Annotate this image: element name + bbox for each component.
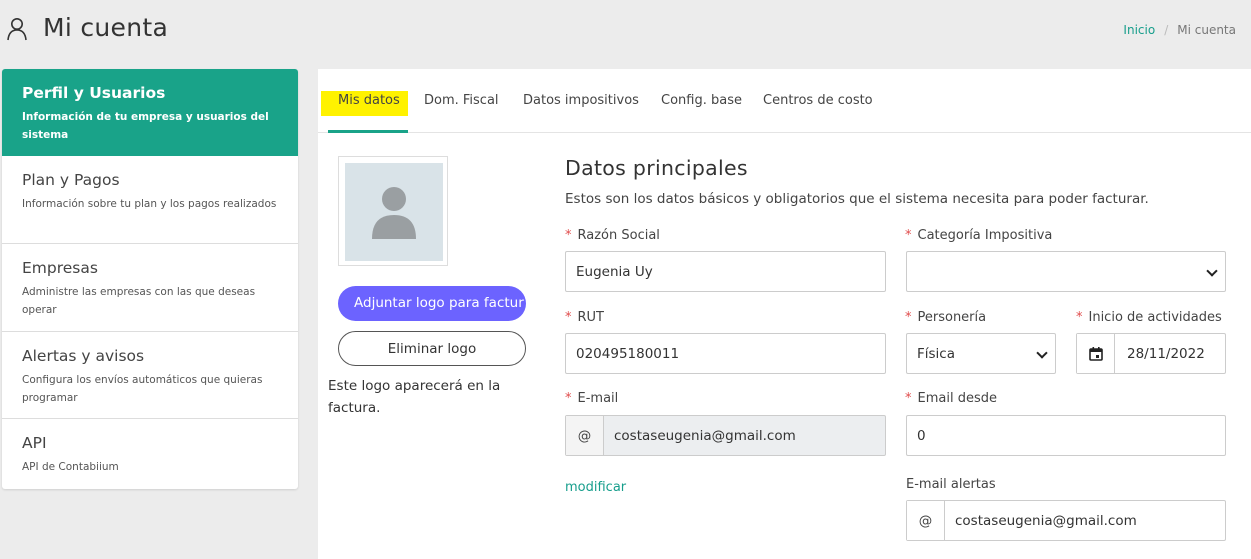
- inicio-actividades-label: * Inicio de actividades: [1076, 310, 1222, 325]
- email-alertas-label: E-mail alertas: [906, 477, 996, 492]
- active-tab-indicator: [328, 130, 408, 133]
- personeria-label: * Personería: [905, 310, 987, 325]
- required-mark: *: [565, 228, 572, 243]
- required-mark: *: [1076, 310, 1083, 325]
- breadcrumb-separator: /: [1164, 23, 1169, 37]
- page-title: Mi cuenta: [43, 13, 169, 42]
- sidebar-item-empresas[interactable]: Empresas Administre las empresas con las…: [2, 244, 298, 332]
- required-mark: *: [565, 391, 572, 406]
- section-title: Datos principales: [565, 156, 748, 180]
- sidebar-item-api[interactable]: API API de Contabiium: [2, 419, 298, 489]
- modify-email-link[interactable]: modificar: [565, 480, 626, 495]
- tab-datos-impositivos[interactable]: Datos impositivos: [523, 93, 639, 108]
- sidebar-item-perfil-usuarios[interactable]: Perfil y Usuarios Información de tu empr…: [2, 69, 298, 156]
- tab-dom-fiscal[interactable]: Dom. Fiscal: [424, 93, 499, 108]
- tab-config-base[interactable]: Config. base: [661, 93, 742, 108]
- calendar-icon: [1088, 347, 1103, 361]
- tab-mis-datos[interactable]: Mis datos: [338, 93, 400, 108]
- inicio-actividades-input[interactable]: 28/11/2022: [1076, 333, 1226, 374]
- user-icon: [7, 18, 27, 41]
- required-mark: *: [565, 310, 572, 325]
- razon-social-label: * Razón Social: [565, 228, 660, 243]
- sidebar-item-title: Plan y Pagos: [22, 171, 120, 189]
- page-header: Mi cuenta Inicio / Mi cuenta: [0, 0, 1251, 60]
- sidebar-item-desc: Administre las empresas con las que dese…: [22, 286, 256, 316]
- sidebar-item-title: Perfil y Usuarios: [22, 84, 166, 102]
- logo-preview: [338, 156, 448, 266]
- email-label: * E-mail: [565, 391, 619, 406]
- email-desde-label: * Email desde: [905, 391, 997, 406]
- remove-logo-button[interactable]: Eliminar logo: [338, 331, 526, 366]
- sidebar-item-desc: API de Contabiium: [22, 461, 119, 473]
- required-mark: *: [905, 391, 912, 406]
- sidebar: Perfil y Usuarios Información de tu empr…: [2, 69, 298, 489]
- chevron-down-icon: [1036, 347, 1048, 359]
- attach-logo-button[interactable]: Adjuntar logo para factur: [338, 286, 526, 321]
- sidebar-item-alertas-avisos[interactable]: Alertas y avisos Configura los envíos au…: [2, 332, 298, 419]
- breadcrumb-current: Mi cuenta: [1177, 23, 1236, 37]
- avatar-placeholder-icon: [372, 187, 416, 239]
- required-mark: *: [905, 228, 912, 243]
- razon-social-input[interactable]: Eugenia Uy: [565, 251, 886, 292]
- rut-label: * RUT: [565, 310, 604, 325]
- section-subtitle: Estos son los datos básicos y obligatori…: [565, 191, 1149, 207]
- chevron-down-icon: [1206, 265, 1218, 277]
- tab-centros-de-costo[interactable]: Centros de costo: [763, 93, 873, 108]
- at-sign-icon: @: [566, 416, 604, 455]
- sidebar-item-title: Empresas: [22, 259, 98, 277]
- email-alertas-input[interactable]: @ costaseugenia@gmail.com: [906, 500, 1226, 541]
- sidebar-item-desc: Configura los envíos automáticos que qui…: [22, 374, 263, 404]
- personeria-select[interactable]: Física: [906, 333, 1056, 374]
- categoria-label: * Categoría Impositiva: [905, 228, 1053, 243]
- sidebar-item-plan-pagos[interactable]: Plan y Pagos Información sobre tu plan y…: [2, 156, 298, 244]
- rut-input[interactable]: 020495180011: [565, 333, 886, 374]
- sidebar-item-title: API: [22, 434, 47, 452]
- sidebar-item-title: Alertas y avisos: [22, 347, 145, 365]
- sidebar-item-desc: Información sobre tu plan y los pagos re…: [22, 198, 277, 210]
- main-panel: Mis datos Dom. Fiscal Datos impositivos …: [318, 69, 1251, 559]
- sidebar-item-desc: Información de tu empresa y usuarios del…: [22, 111, 269, 141]
- calendar-button[interactable]: [1077, 334, 1115, 373]
- email-field: @ costaseugenia@gmail.com: [565, 415, 886, 456]
- email-desde-input[interactable]: 0: [906, 415, 1226, 456]
- categoria-select[interactable]: [906, 251, 1226, 292]
- tab-bar: Mis datos Dom. Fiscal Datos impositivos …: [318, 69, 1251, 133]
- at-sign-icon: @: [907, 501, 945, 540]
- breadcrumb: Inicio / Mi cuenta: [1123, 23, 1236, 37]
- breadcrumb-home-link[interactable]: Inicio: [1123, 23, 1155, 37]
- logo-note: Este logo aparecerá en la factura.: [328, 378, 501, 416]
- required-mark: *: [905, 310, 912, 325]
